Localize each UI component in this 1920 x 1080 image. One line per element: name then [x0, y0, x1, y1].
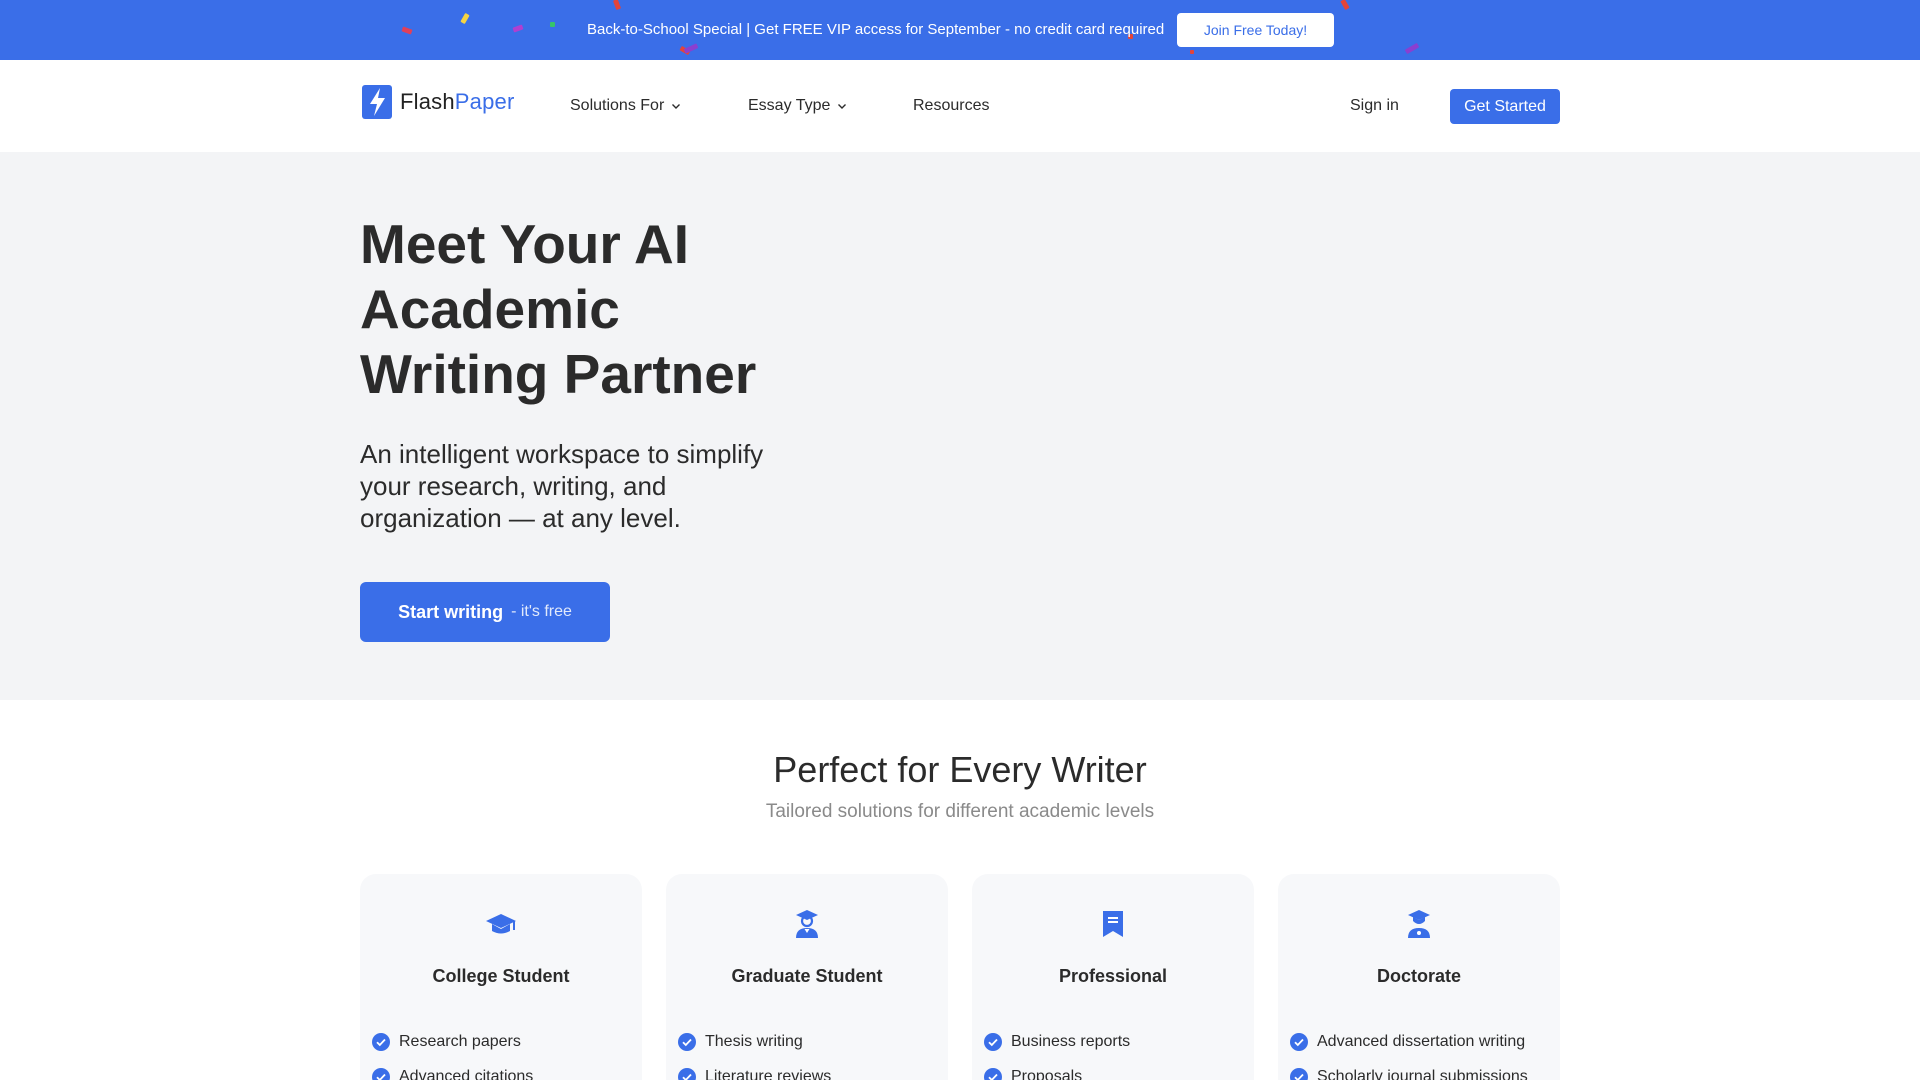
site-header: FlashPaper Solutions For Essay Type Reso…	[0, 60, 1920, 152]
feature-list: Thesis writing Literature reviews	[678, 1024, 831, 1080]
list-item-label: Scholarly journal submissions	[1317, 1067, 1528, 1080]
chevron-down-icon	[672, 104, 681, 109]
bookmark-book-icon	[1103, 911, 1123, 937]
list-item: Advanced citations	[372, 1059, 533, 1080]
list-item: Scholarly journal submissions	[1290, 1059, 1528, 1080]
confetti-decoration	[1340, 0, 1350, 11]
list-item-label: Literature reviews	[705, 1067, 832, 1080]
list-item-label: Thesis writing	[705, 1032, 803, 1050]
card-graduate-student: Graduate Student Thesis writing Literatu…	[666, 874, 948, 1080]
sign-in-link[interactable]: Sign in	[1350, 60, 1399, 152]
promo-banner: Back-to-School Special | Get FREE VIP ac…	[0, 0, 1920, 60]
graduation-cap-icon	[486, 914, 516, 934]
check-circle-icon	[1290, 1032, 1308, 1051]
card-title: Doctorate	[1376, 966, 1461, 986]
nav-resources-label: Resources	[913, 97, 990, 114]
feature-list: Research papers Advanced citations	[372, 1024, 533, 1080]
list-item: Proposals	[984, 1059, 1130, 1080]
get-started-button[interactable]: Get Started	[1450, 89, 1560, 124]
section-subtitle: Tailored solutions for different academi…	[765, 801, 1155, 822]
feature-list: Business reports Proposals	[984, 1024, 1130, 1080]
flashpaper-logo[interactable]: FlashPaper	[362, 82, 515, 122]
list-item-label: Advanced citations	[399, 1067, 534, 1080]
card-title: College Student	[432, 966, 570, 986]
check-circle-icon	[678, 1067, 696, 1080]
confetti-decoration	[1404, 42, 1420, 55]
doctorate-person-icon	[1408, 910, 1430, 938]
nav-essay-type[interactable]: Essay Type	[748, 60, 848, 152]
list-item: Advanced dissertation writing	[1290, 1024, 1528, 1059]
confetti-decoration	[512, 24, 524, 33]
confetti-decoration	[401, 26, 413, 35]
check-circle-icon	[1290, 1067, 1308, 1080]
logo-text-paper: Paper	[454, 89, 515, 114]
card-title: Professional	[1058, 966, 1168, 986]
list-item-label: Advanced dissertation writing	[1317, 1032, 1526, 1050]
start-writing-button[interactable]: Start writing - it's free	[360, 582, 610, 642]
check-circle-icon	[372, 1032, 390, 1051]
card-college-student: College Student Research papers Advanced…	[360, 874, 642, 1080]
card-title: Graduate Student	[731, 966, 883, 986]
list-item: Research papers	[372, 1024, 533, 1059]
check-circle-icon	[678, 1032, 696, 1051]
nav-essay-type-label: Essay Type	[748, 97, 831, 114]
nav-resources[interactable]: Resources	[913, 60, 989, 152]
list-item-label: Business reports	[1011, 1032, 1131, 1050]
lightning-bolt-icon	[362, 85, 392, 119]
section-title: Perfect for Every Writer	[773, 749, 1147, 790]
list-item: Business reports	[984, 1024, 1130, 1059]
graduate-person-icon	[796, 910, 818, 938]
hero-title: Meet Your AI Academic Writing Partner	[360, 213, 757, 405]
chevron-down-icon	[838, 104, 847, 109]
promo-text: Back-to-School Special | Get FREE VIP ac…	[587, 21, 1165, 38]
hero-subtitle: An intelligent workspace to simplify you…	[360, 439, 764, 533]
confetti-decoration	[1190, 50, 1194, 54]
check-circle-icon	[984, 1067, 1002, 1080]
confetti-decoration	[550, 22, 555, 27]
check-circle-icon	[984, 1032, 1002, 1051]
check-circle-icon	[372, 1067, 390, 1080]
logo-text-flash: Flash	[400, 89, 455, 114]
confetti-decoration	[460, 12, 470, 25]
card-professional: Professional Business reports Proposals	[972, 874, 1254, 1080]
card-doctorate: Doctorate Advanced dissertation writing …	[1278, 874, 1560, 1080]
list-item: Literature reviews	[678, 1059, 831, 1080]
list-item-label: Research papers	[399, 1032, 521, 1050]
nav-solutions-for[interactable]: Solutions For	[570, 60, 682, 152]
start-writing-label: Start writing	[398, 601, 504, 622]
hero-section: Meet Your AI Academic Writing Partner An…	[0, 152, 1920, 700]
join-free-button[interactable]: Join Free Today!	[1177, 13, 1334, 47]
start-writing-free-label: - it's free	[511, 603, 572, 620]
list-item-label: Proposals	[1011, 1067, 1083, 1080]
nav-solutions-for-label: Solutions For	[570, 97, 665, 114]
list-item: Thesis writing	[678, 1024, 831, 1059]
feature-list: Advanced dissertation writing Scholarly …	[1290, 1024, 1528, 1080]
